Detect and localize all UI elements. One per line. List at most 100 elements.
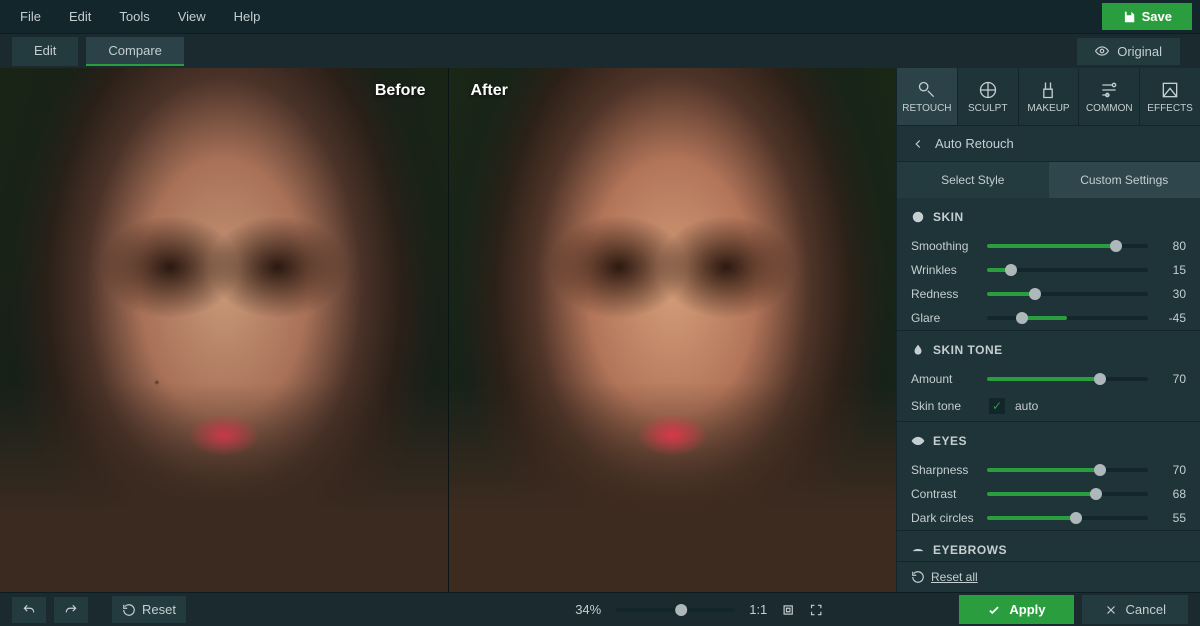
slider-track[interactable] [987,377,1148,381]
slider-skin-wrinkles: Wrinkles 15 [897,258,1200,282]
makeup-icon [1038,80,1058,100]
slider-track[interactable] [987,492,1148,496]
slider-label: Glare [911,311,979,325]
undo-button[interactable] [12,597,46,623]
slider-value: 68 [1156,487,1186,501]
skintone-auto-row: Skin tone ✓ auto [897,391,1200,421]
reset-small-icon [122,603,136,617]
before-label: Before [375,82,426,100]
cancel-button[interactable]: Cancel [1082,595,1188,624]
controls-scroll[interactable]: SKIN Smoothing 80 Wrinkles 15 Redness 30 Glare… [897,198,1200,561]
close-icon [1104,603,1118,617]
sculpt-icon [978,80,998,100]
section-skintone: SKIN TONE [897,330,1200,367]
redo-button[interactable] [54,597,88,623]
mode-compare-button[interactable]: Compare [86,37,183,66]
undo-icon [22,603,36,617]
check-icon [987,603,1001,617]
before-image[interactable] [0,68,448,592]
after-pane: After [448,68,897,592]
skintone-label: Skin tone [911,399,979,413]
slider-value: 70 [1156,372,1186,386]
menu-tools[interactable]: Tools [107,3,161,30]
slider-skintone-amount: Amount 70 [897,367,1200,391]
reset-all-row: Reset all [897,561,1200,592]
slider-label: Redness [911,287,979,301]
slider-value: 30 [1156,287,1186,301]
redo-icon [64,603,78,617]
slider-value: -45 [1156,311,1186,325]
zoom-ratio-button[interactable]: 1:1 [749,602,767,617]
slider-label: Sharpness [911,463,979,477]
menu-file[interactable]: File [8,3,53,30]
menu-help[interactable]: Help [222,3,273,30]
slider-value: 70 [1156,463,1186,477]
section-eyes: EYES [897,421,1200,458]
slider-track[interactable] [987,244,1148,248]
common-icon [1099,80,1119,100]
slider-value: 80 [1156,239,1186,253]
canvas-compare: Before After [0,68,896,592]
slider-track[interactable] [987,516,1148,520]
original-label: Original [1117,44,1162,59]
skintone-auto-text: auto [1015,399,1038,413]
slider-label: Amount [911,372,979,386]
skin-icon [911,210,925,224]
zoom-percent: 34% [575,602,601,617]
slider-track[interactable] [987,316,1148,320]
section-eyebrows: EYEBROWS [897,530,1200,561]
section-skin: SKIN [897,198,1200,234]
mode-edit-button[interactable]: Edit [12,37,78,66]
chevron-left-icon [911,137,925,151]
menu-view[interactable]: View [166,3,218,30]
tab-effects[interactable]: EFFECTS [1140,68,1200,125]
reset-icon [911,570,925,584]
after-image[interactable] [449,68,897,592]
slider-eyes-dark-circles: Dark circles 55 [897,506,1200,530]
slider-skin-glare: Glare -45 [897,306,1200,330]
before-pane: Before [0,68,448,592]
tab-retouch[interactable]: RETOUCH [897,68,958,125]
zoom-slider[interactable] [615,608,735,612]
slider-track[interactable] [987,268,1148,272]
slider-label: Smoothing [911,239,979,253]
apply-button[interactable]: Apply [959,595,1073,624]
original-button[interactable]: Original [1077,38,1180,65]
slider-label: Wrinkles [911,263,979,277]
menu-edit[interactable]: Edit [57,3,103,30]
tab-sculpt[interactable]: SCULPT [958,68,1019,125]
side-panel: RETOUCH SCULPT MAKEUP COMMON EFFECTS Aut… [896,68,1200,592]
subtab-select-style[interactable]: Select Style [897,162,1049,198]
slider-skin-smoothing: Smoothing 80 [897,234,1200,258]
fullscreen-icon[interactable] [809,603,823,617]
panel-header[interactable]: Auto Retouch [897,125,1200,162]
skintone-auto-checkbox[interactable]: ✓ [989,398,1005,414]
after-label: After [471,82,508,100]
eyebrow-icon [911,543,925,557]
slider-eyes-sharpness: Sharpness 70 [897,458,1200,482]
category-tabs: RETOUCH SCULPT MAKEUP COMMON EFFECTS [897,68,1200,125]
fit-icon[interactable] [781,603,795,617]
slider-track[interactable] [987,292,1148,296]
bottom-bar: Reset 34% 1:1 Apply Cancel [0,592,1200,626]
save-button[interactable]: Save [1102,3,1192,30]
subtab-custom-settings[interactable]: Custom Settings [1049,162,1200,198]
slider-track[interactable] [987,468,1148,472]
menubar: File Edit Tools View Help Save [0,0,1200,34]
slider-label: Dark circles [911,511,979,525]
toolbar: Edit Compare Original [0,34,1200,68]
slider-skin-redness: Redness 30 [897,282,1200,306]
reset-all-link[interactable]: Reset all [931,570,978,584]
slider-eyes-contrast: Contrast 68 [897,482,1200,506]
retouch-icon [917,80,937,100]
reset-button[interactable]: Reset [112,596,186,623]
panel-title: Auto Retouch [935,136,1014,151]
slider-value: 15 [1156,263,1186,277]
save-icon [1122,10,1136,24]
tab-common[interactable]: COMMON [1079,68,1140,125]
tab-makeup[interactable]: MAKEUP [1019,68,1080,125]
slider-label: Contrast [911,487,979,501]
save-label: Save [1142,9,1172,24]
slider-value: 55 [1156,511,1186,525]
drop-icon [911,343,925,357]
